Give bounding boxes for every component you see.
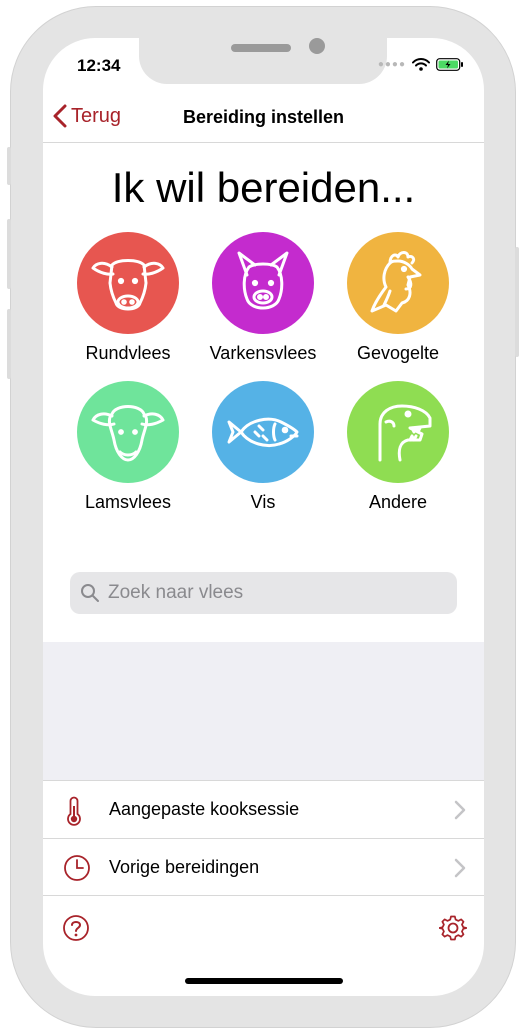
- search-icon: [81, 584, 99, 602]
- speaker: [231, 44, 291, 52]
- back-button[interactable]: Terug: [53, 104, 121, 128]
- search-bar[interactable]: [70, 572, 457, 614]
- help-icon: [63, 915, 89, 941]
- gear-icon: [438, 915, 468, 941]
- category-circle: [212, 232, 314, 334]
- category-rundvlees[interactable]: Rundvlees: [63, 232, 193, 364]
- category-label: Vis: [250, 492, 276, 512]
- category-circle: [77, 381, 179, 483]
- chevron-right-icon: [454, 858, 466, 878]
- category-label: Rundvlees: [85, 343, 171, 363]
- chevron-right-icon: [454, 800, 466, 820]
- category-gevogelte[interactable]: Gevogelte: [333, 232, 463, 364]
- cow-icon: [91, 259, 165, 311]
- category-label: Andere: [368, 492, 428, 512]
- spacer-band: [43, 642, 484, 780]
- back-label: Terug: [71, 104, 122, 127]
- settings-button[interactable]: [438, 914, 468, 947]
- signal-icon: ●●●●: [377, 59, 406, 70]
- notch: [139, 38, 387, 84]
- navigation-bar: Terug Bereiding instellen: [43, 98, 484, 143]
- status-icons: ●●●●: [378, 58, 464, 71]
- chicken-icon: [370, 251, 422, 313]
- battery-icon: [436, 58, 463, 71]
- category-label: Gevogelte: [356, 343, 440, 363]
- category-circle: [347, 381, 449, 483]
- home-indicator: [185, 978, 343, 984]
- category-circle: [77, 232, 179, 334]
- divider: [43, 895, 484, 896]
- category-label: Lamsvlees: [84, 492, 172, 512]
- chevron-left-icon: [53, 104, 67, 128]
- dinosaur-icon: [378, 404, 432, 462]
- volume-up-button: [7, 219, 11, 289]
- pig-icon: [237, 251, 289, 310]
- menu-item-custom-session[interactable]: Aangepaste kooksessie: [43, 780, 484, 837]
- category-label: Varkensvlees: [209, 343, 317, 363]
- category-vis[interactable]: Vis: [198, 381, 328, 513]
- mute-switch: [7, 147, 11, 185]
- app-screen: 12:34 ●●●● Terug Bereiding instellen Ik …: [43, 38, 484, 996]
- category-andere[interactable]: Andere: [333, 381, 463, 513]
- help-button[interactable]: [62, 914, 90, 947]
- category-lamsvlees[interactable]: Lamsvlees: [63, 381, 193, 513]
- fish-icon: [227, 417, 299, 447]
- category-circle: [347, 232, 449, 334]
- thermometer-icon: [67, 796, 81, 826]
- power-button: [515, 247, 519, 357]
- menu-item-label: Aangepaste kooksessie: [109, 798, 300, 819]
- volume-down-button: [7, 309, 11, 379]
- sheep-icon: [91, 405, 165, 462]
- menu-item-label: Vorige bereidingen: [109, 856, 260, 877]
- clock-icon: [64, 855, 90, 881]
- camera: [309, 38, 325, 54]
- search-input[interactable]: [106, 581, 440, 605]
- menu-item-previous-preparations[interactable]: Vorige bereidingen: [43, 838, 484, 895]
- status-time: 12:34: [77, 56, 121, 75]
- wifi-icon: [412, 58, 430, 71]
- headline: Ik wil bereiden...: [111, 164, 416, 211]
- category-circle: [212, 381, 314, 483]
- category-varkensvlees[interactable]: Varkensvlees: [198, 232, 328, 364]
